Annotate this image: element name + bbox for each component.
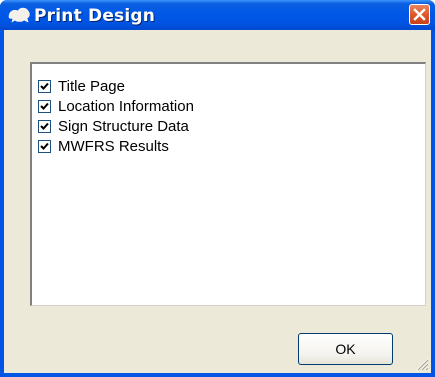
list-item-location-information[interactable]: Location Information: [38, 96, 194, 116]
checkbox-mwfrs-results[interactable]: [38, 139, 51, 153]
list-item-label: Location Information: [58, 97, 194, 115]
close-icon: [413, 8, 426, 21]
checkbox-location-information[interactable]: [38, 99, 51, 113]
window-title: Print Design: [34, 6, 156, 26]
resize-grip-icon[interactable]: [415, 357, 429, 371]
list-item-sign-structure-data[interactable]: Sign Structure Data: [38, 116, 189, 136]
list-item-label: Title Page: [58, 77, 125, 95]
app-icon: [7, 4, 31, 26]
checkmark-icon: [40, 122, 49, 130]
checkbox-title-page[interactable]: [38, 79, 51, 93]
ok-button[interactable]: OK: [298, 333, 393, 365]
title-bar[interactable]: Print Design: [0, 0, 435, 30]
checkbox-sign-structure-data[interactable]: [38, 119, 51, 133]
list-item-title-page[interactable]: Title Page: [38, 76, 125, 96]
print-design-dialog: Print Design Title Page Location Informa…: [0, 0, 435, 377]
checkmark-icon: [40, 82, 49, 90]
list-item-mwfrs-results[interactable]: MWFRS Results: [38, 136, 169, 156]
print-sections-list: Title Page Location Information Sign Str…: [30, 62, 426, 306]
checkmark-icon: [40, 102, 49, 110]
close-button[interactable]: [409, 4, 430, 25]
checkmark-icon: [40, 142, 49, 150]
list-item-label: MWFRS Results: [58, 137, 169, 155]
list-item-label: Sign Structure Data: [58, 117, 189, 135]
